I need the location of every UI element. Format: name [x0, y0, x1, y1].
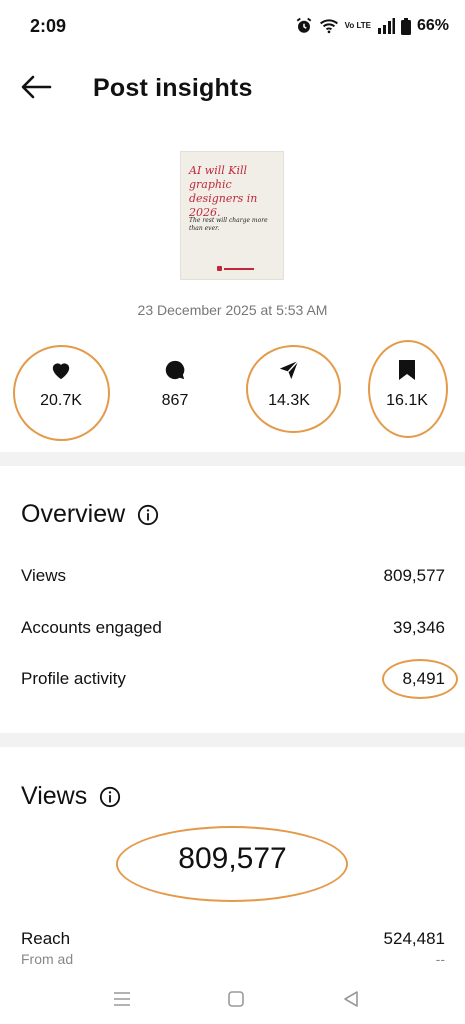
signal-icon	[377, 18, 395, 34]
home-button[interactable]	[221, 986, 251, 1016]
section-divider	[0, 733, 465, 747]
row-value: 809,577	[383, 566, 445, 585]
thumbnail-logo	[217, 266, 257, 271]
views-total: 809,577	[178, 842, 287, 875]
info-icon[interactable]	[99, 786, 121, 808]
info-icon[interactable]	[137, 504, 159, 526]
row-label: Views	[21, 566, 67, 585]
reach-value: 524,481	[383, 929, 445, 948]
post-date: 23 December 2025 at 5:53 AM	[137, 302, 328, 318]
heart-icon	[16, 358, 106, 382]
header: Post insights	[0, 60, 465, 118]
row-label: Profile activity	[21, 669, 126, 688]
overview-row-views[interactable]: Views 809,577	[21, 566, 445, 586]
overview-title: Overview	[21, 500, 159, 529]
reach-row[interactable]: Reach 524,481	[21, 929, 445, 949]
triangle-back-icon	[342, 990, 360, 1013]
post-thumbnail[interactable]: AI will Kill graphic designers in 2026. …	[180, 151, 284, 280]
comments-metric[interactable]: 867	[130, 358, 220, 418]
send-icon	[244, 358, 334, 382]
comment-icon	[130, 358, 220, 382]
comments-count: 867	[161, 392, 189, 409]
thumbnail-headline: AI will Kill graphic designers in 2026.	[189, 164, 258, 219]
recents-button[interactable]	[107, 986, 137, 1016]
battery-percent: 66%	[416, 17, 449, 34]
from-ad-row: From ad --	[21, 951, 445, 967]
row-value: 39,346	[393, 618, 445, 637]
home-square-icon	[227, 990, 245, 1013]
likes-count: 20.7K	[40, 392, 82, 409]
row-label: Accounts engaged	[21, 618, 162, 637]
overview-row-profile-activity[interactable]: Profile activity 8,491	[21, 669, 445, 689]
status-time: 2:09	[30, 16, 67, 36]
saves-metric[interactable]: 16.1K	[362, 358, 452, 418]
bookmark-icon	[362, 358, 452, 382]
volte-indicator: Vo LTE	[344, 21, 371, 30]
reach-label: Reach	[21, 929, 71, 948]
shares-count: 14.3K	[268, 392, 310, 409]
likes-metric[interactable]: 20.7K	[16, 358, 106, 418]
back-button[interactable]	[18, 73, 54, 105]
alarm-icon	[295, 17, 313, 35]
menu-icon	[113, 991, 131, 1012]
status-icons: Vo LTE 66%	[295, 17, 449, 35]
page-title: Post insights	[93, 74, 253, 102]
battery-icon	[400, 17, 411, 35]
arrow-left-icon	[20, 75, 52, 104]
overview-row-accounts-engaged[interactable]: Accounts engaged 39,346	[21, 618, 445, 638]
from-ad-label: From ad	[21, 951, 74, 967]
saves-count: 16.1K	[386, 392, 428, 409]
status-bar: 2:09 Vo LTE 66%	[0, 0, 465, 56]
views-title-text: Views	[21, 782, 88, 810]
row-value: 8,491	[402, 669, 445, 688]
section-divider	[0, 452, 465, 466]
from-ad-value: --	[435, 951, 445, 967]
back-nav-button[interactable]	[336, 986, 366, 1016]
shares-metric[interactable]: 14.3K	[244, 358, 334, 418]
system-nav-bar	[0, 980, 465, 1024]
thumbnail-subtext: The rest will charge more than ever.	[189, 217, 268, 232]
views-title: Views	[21, 782, 121, 811]
overview-title-text: Overview	[21, 500, 126, 528]
wifi-icon	[319, 18, 339, 34]
